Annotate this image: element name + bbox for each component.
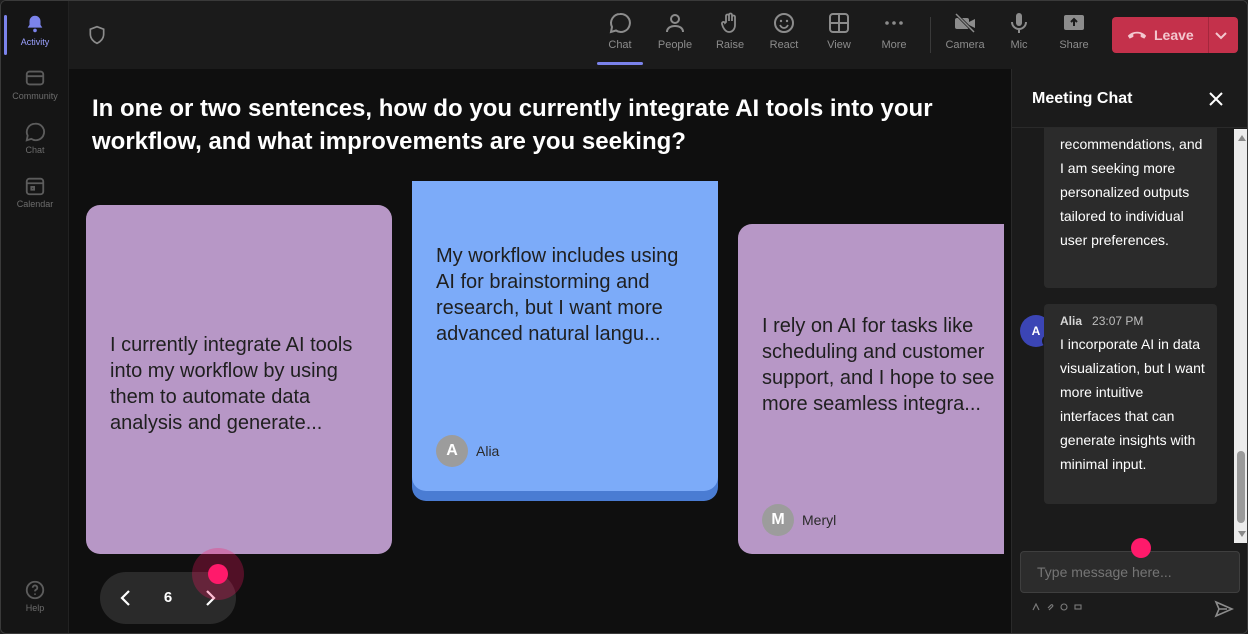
- emoji-icon: [774, 13, 794, 33]
- rail-item-community[interactable]: Community: [1, 67, 69, 101]
- chat-icon: [25, 122, 45, 142]
- rail-item-chat[interactable]: Chat: [1, 121, 69, 155]
- rail-item-activity[interactable]: Activity: [1, 13, 69, 55]
- attach-icon[interactable]: [1046, 603, 1054, 611]
- author-name: Alia: [476, 443, 500, 459]
- close-icon[interactable]: [1208, 91, 1224, 107]
- camera-button-label: Camera: [945, 39, 985, 51]
- chat-message-text: I incorporate AI in data visualization, …: [1060, 336, 1205, 472]
- bell-icon: [27, 15, 43, 33]
- grid-view-icon: [829, 13, 849, 33]
- rail-item-label: Help: [25, 603, 45, 613]
- leave-button[interactable]: Leave: [1112, 17, 1238, 53]
- toolbar-divider: [930, 17, 931, 53]
- hang-up-icon: [1127, 31, 1147, 39]
- people-button-label: People: [657, 39, 693, 51]
- click-indicator: [1131, 538, 1151, 558]
- view-button[interactable]: View: [814, 11, 864, 51]
- rail-item-calendar[interactable]: Calendar: [1, 175, 69, 209]
- send-icon[interactable]: [1214, 599, 1234, 619]
- page-number: 6: [163, 589, 173, 606]
- react-button-label: React: [769, 39, 799, 51]
- chat-button-label: Chat: [608, 39, 632, 51]
- avatar: M: [762, 504, 794, 536]
- view-button-label: View: [827, 39, 851, 51]
- community-icon: [25, 70, 45, 86]
- camera-button[interactable]: Camera: [940, 11, 990, 51]
- meeting-chat-panel: Meeting Chat recommendations, and I am s…: [1011, 69, 1247, 633]
- compose-tools: [1032, 603, 1082, 611]
- chat-message-text: recommendations, and I am seeking more p…: [1060, 136, 1203, 248]
- gif-icon[interactable]: [1074, 603, 1082, 611]
- leave-divider: [1208, 17, 1209, 53]
- share-button-label: Share: [1059, 39, 1089, 51]
- app-rail: Activity Community Chat Calendar Help: [1, 1, 69, 633]
- chat-icon: [609, 12, 631, 34]
- chat-scroll-thumb[interactable]: [1237, 451, 1245, 523]
- react-button[interactable]: React: [759, 11, 809, 51]
- chat-message-time: 23:07 PM: [1092, 314, 1144, 328]
- more-dots-icon: [885, 21, 903, 25]
- chevron-down-icon[interactable]: [1214, 29, 1228, 41]
- click-indicator: [208, 564, 228, 584]
- response-author: M Meryl: [762, 504, 836, 536]
- shield-icon[interactable]: [87, 25, 107, 45]
- response-card[interactable]: I rely on AI for tasks like scheduling a…: [738, 224, 1004, 554]
- format-icon[interactable]: [1032, 603, 1040, 611]
- rail-item-help[interactable]: Help: [1, 579, 69, 613]
- calendar-icon: [25, 177, 45, 196]
- avatar-initial: A: [1031, 324, 1041, 338]
- mic-button[interactable]: Mic: [994, 11, 1044, 51]
- people-icon: [666, 14, 684, 33]
- response-text: I rely on AI for tasks like scheduling a…: [762, 315, 995, 415]
- mic-icon: [1011, 13, 1027, 33]
- chat-message: recommendations, and I am seeking more p…: [1044, 128, 1217, 288]
- response-card[interactable]: My workflow includes using AI for brains…: [412, 181, 718, 491]
- response-card[interactable]: I currently integrate AI tools into my w…: [86, 205, 392, 554]
- more-button[interactable]: More: [869, 11, 919, 51]
- people-button[interactable]: People: [650, 11, 700, 51]
- chat-button[interactable]: Chat: [595, 11, 645, 65]
- chat-message-author: Alia: [1060, 314, 1083, 328]
- response-author: A Alia: [436, 435, 499, 467]
- meeting-window: Activity Community Chat Calendar Help Ch…: [0, 0, 1248, 634]
- emoji-icon[interactable]: [1060, 603, 1068, 611]
- share-screen-icon: [1064, 15, 1084, 30]
- avatar: A: [436, 435, 468, 467]
- rail-item-label: Calendar: [16, 199, 54, 209]
- raise-hand-button[interactable]: Raise: [705, 11, 755, 51]
- chat-message-meta: Alia 23:07 PM: [1060, 314, 1207, 328]
- rail-item-label: Activity: [20, 37, 50, 47]
- mic-button-label: Mic: [1010, 39, 1028, 51]
- poll-question: In one or two sentences, how do you curr…: [92, 95, 933, 155]
- leave-button-label: Leave: [1154, 27, 1194, 43]
- share-button[interactable]: Share: [1049, 11, 1099, 51]
- chat-message: Alia 23:07 PM I incorporate AI in data vi…: [1044, 304, 1217, 504]
- rail-item-label: Community: [12, 91, 58, 101]
- more-button-label: More: [881, 39, 907, 51]
- response-text: My workflow includes using AI for brains…: [436, 245, 679, 345]
- chevron-left-icon[interactable]: [116, 588, 136, 608]
- meeting-toolbar: Chat People Raise React View More Camera: [69, 1, 1247, 69]
- scroll-up-arrow-icon[interactable]: [1238, 135, 1246, 141]
- raise-hand-icon: [721, 12, 736, 33]
- rail-item-label: Chat: [25, 145, 45, 155]
- author-name: Meryl: [802, 512, 837, 528]
- response-text: I currently integrate AI tools into my w…: [110, 334, 353, 434]
- chat-panel-title: Meeting Chat: [1032, 90, 1133, 107]
- chat-message-input[interactable]: [1020, 551, 1240, 593]
- help-icon: [25, 580, 45, 600]
- camera-off-icon: [954, 12, 976, 34]
- scroll-down-arrow-icon[interactable]: [1238, 531, 1246, 537]
- raise-hand-button-label: Raise: [715, 39, 745, 51]
